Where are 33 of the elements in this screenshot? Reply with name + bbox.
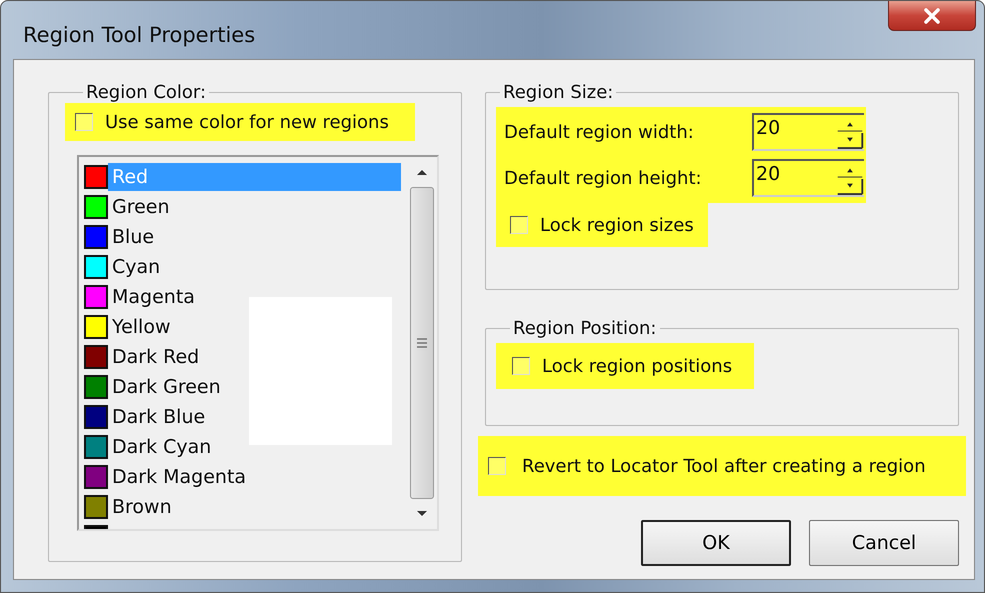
spin-down-icon[interactable] — [836, 132, 864, 149]
spin-field[interactable]: 20 — [752, 159, 864, 197]
field-label: Default region height: — [504, 168, 702, 188]
checkbox[interactable] — [510, 216, 528, 234]
list-item[interactable]: Dark Magenta — [84, 462, 250, 492]
spin-down-icon[interactable] — [836, 178, 864, 195]
ok-button[interactable]: OK — [641, 520, 791, 566]
cancel-button[interactable]: Cancel — [809, 520, 959, 566]
scroll-thumb[interactable] — [410, 187, 434, 499]
list-item[interactable]: Cyan — [84, 252, 164, 282]
list-item[interactable]: Dark Green — [84, 372, 225, 402]
spin-field[interactable]: 20 — [752, 113, 864, 151]
checkbox[interactable] — [75, 113, 93, 131]
list-item[interactable]: Brown — [84, 492, 176, 522]
group-title: Region Size: — [502, 82, 614, 103]
list-item[interactable]: Green — [84, 192, 174, 222]
close-icon — [923, 8, 941, 24]
window-title: Region Tool Properties — [23, 23, 256, 47]
checkbox[interactable] — [512, 357, 530, 375]
checkbox[interactable] — [488, 457, 506, 475]
list-item[interactable]: Dark Blue — [84, 402, 210, 432]
close-button[interactable] — [888, 1, 976, 31]
group-title: Region Color: — [85, 82, 208, 103]
list-item[interactable]: Blue — [84, 222, 158, 252]
scroll-up-icon[interactable] — [415, 167, 429, 177]
list-item[interactable]: Dark Red — [84, 342, 204, 372]
group-title: Region Position: — [512, 318, 658, 339]
grip-icon — [416, 337, 428, 349]
list-item[interactable]: Yellow — [84, 312, 174, 342]
list-item[interactable]: Dark Cyan — [84, 432, 216, 462]
field-label: Default region width: — [504, 122, 694, 142]
scroll-down-icon[interactable] — [415, 509, 429, 519]
list-item[interactable]: Magenta — [84, 282, 199, 312]
